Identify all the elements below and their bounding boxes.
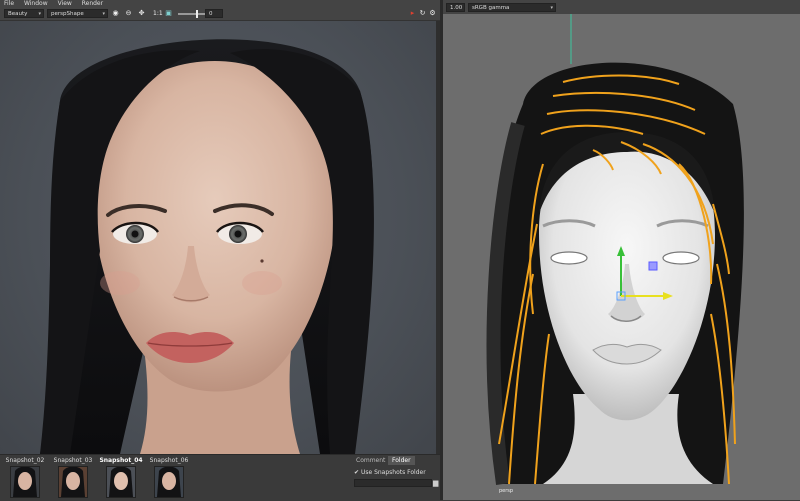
chevron-down-icon: ▾ bbox=[102, 11, 105, 17]
color-space-dropdown[interactable]: sRGB gamma ▾ bbox=[468, 3, 556, 12]
use-snapshots-folder-checkbox[interactable]: ✔ Use Snapshots Folder bbox=[354, 468, 426, 477]
checkmark-icon: ✔ bbox=[354, 469, 360, 476]
snapshot-item[interactable]: Snapshot_06 bbox=[146, 457, 192, 499]
record-icon[interactable]: ◉ bbox=[111, 9, 120, 18]
menu-view[interactable]: View bbox=[54, 0, 76, 8]
menu-render[interactable]: Render bbox=[78, 0, 107, 8]
snapshot-thumbnail bbox=[10, 466, 40, 498]
snapshot-item[interactable]: Snapshot_03 bbox=[50, 457, 96, 499]
exposure-slider[interactable] bbox=[178, 13, 206, 15]
render-layer-value: Beauty bbox=[8, 11, 28, 17]
snapshot-thumbnail bbox=[106, 466, 136, 498]
snapshot-item[interactable]: Snapshot_02 bbox=[2, 457, 48, 499]
use-snapshots-folder-label: Use Snapshots Folder bbox=[360, 469, 426, 476]
gamma-value-field[interactable]: 1.00 bbox=[446, 3, 465, 12]
chevron-down-icon: ▾ bbox=[550, 5, 553, 11]
exposure-field[interactable]: 0 bbox=[205, 9, 223, 18]
channels-icon[interactable]: ⊖ bbox=[124, 9, 133, 18]
head-model-viewport-image bbox=[486, 14, 744, 485]
folder-icon[interactable]: ▆ bbox=[433, 479, 438, 487]
snapshot-label: Snapshot_02 bbox=[5, 457, 45, 464]
snapshot-thumbnail bbox=[58, 466, 88, 498]
settings-icon[interactable]: ⚙ bbox=[428, 9, 437, 18]
camera-value: perspShape bbox=[51, 11, 84, 17]
refresh-icon[interactable]: ↻ bbox=[418, 9, 427, 18]
snapshot-label: Snapshot_04 bbox=[99, 457, 143, 464]
camera-name-label: persp bbox=[499, 488, 514, 494]
tab-comment[interactable]: Comment bbox=[352, 456, 389, 465]
region-icon[interactable]: ✥ bbox=[137, 9, 146, 18]
viewport-panel: 1.00 sRGB gamma ▾ persp bbox=[443, 0, 800, 500]
exposure-slider-handle[interactable] bbox=[196, 10, 198, 18]
chevron-down-icon: ▾ bbox=[38, 11, 41, 17]
snapshot-options-panel: Comment Folder ✔ Use Snapshots Folder ▆ bbox=[350, 454, 440, 501]
rendered-portrait-image bbox=[40, 39, 374, 454]
snapshot-label: Snapshot_03 bbox=[53, 457, 93, 464]
tab-folder[interactable]: Folder bbox=[388, 456, 415, 465]
menu-bar: File Window View Render bbox=[0, 0, 440, 8]
snapshot-item-active[interactable]: Snapshot_04 bbox=[98, 457, 144, 499]
snapshot-folder-path-field[interactable] bbox=[354, 479, 432, 487]
stop-render-icon[interactable]: ▸ bbox=[408, 9, 417, 18]
3d-viewport[interactable]: persp bbox=[443, 14, 800, 500]
snapshot-label: Snapshot_06 bbox=[149, 457, 189, 464]
viewport-toolbar: 1.00 sRGB gamma ▾ bbox=[443, 0, 800, 15]
color-space-value: sRGB gamma bbox=[472, 5, 510, 11]
render-layer-dropdown[interactable]: Beauty ▾ bbox=[4, 9, 44, 18]
render-image-area[interactable] bbox=[0, 21, 436, 454]
color-picker-icon[interactable]: ▣ bbox=[164, 9, 173, 18]
menu-window[interactable]: Window bbox=[20, 0, 52, 8]
menu-file[interactable]: File bbox=[0, 0, 18, 8]
render-view-window: File Window View Render Beauty ▾ perspSha… bbox=[0, 0, 440, 501]
render-toolbar: Beauty ▾ perspShape ▾ ◉ ⊖ ✥ 1:1 ▣ 0 ▸ ↻ ⚙ bbox=[0, 8, 440, 21]
snapshot-strip: Snapshot_02 Snapshot_03 Snapshot_04 Snap… bbox=[0, 454, 350, 501]
ratio-label[interactable]: 1:1 bbox=[153, 9, 163, 18]
snapshot-thumbnail bbox=[154, 466, 184, 498]
camera-dropdown[interactable]: perspShape ▾ bbox=[47, 9, 108, 18]
